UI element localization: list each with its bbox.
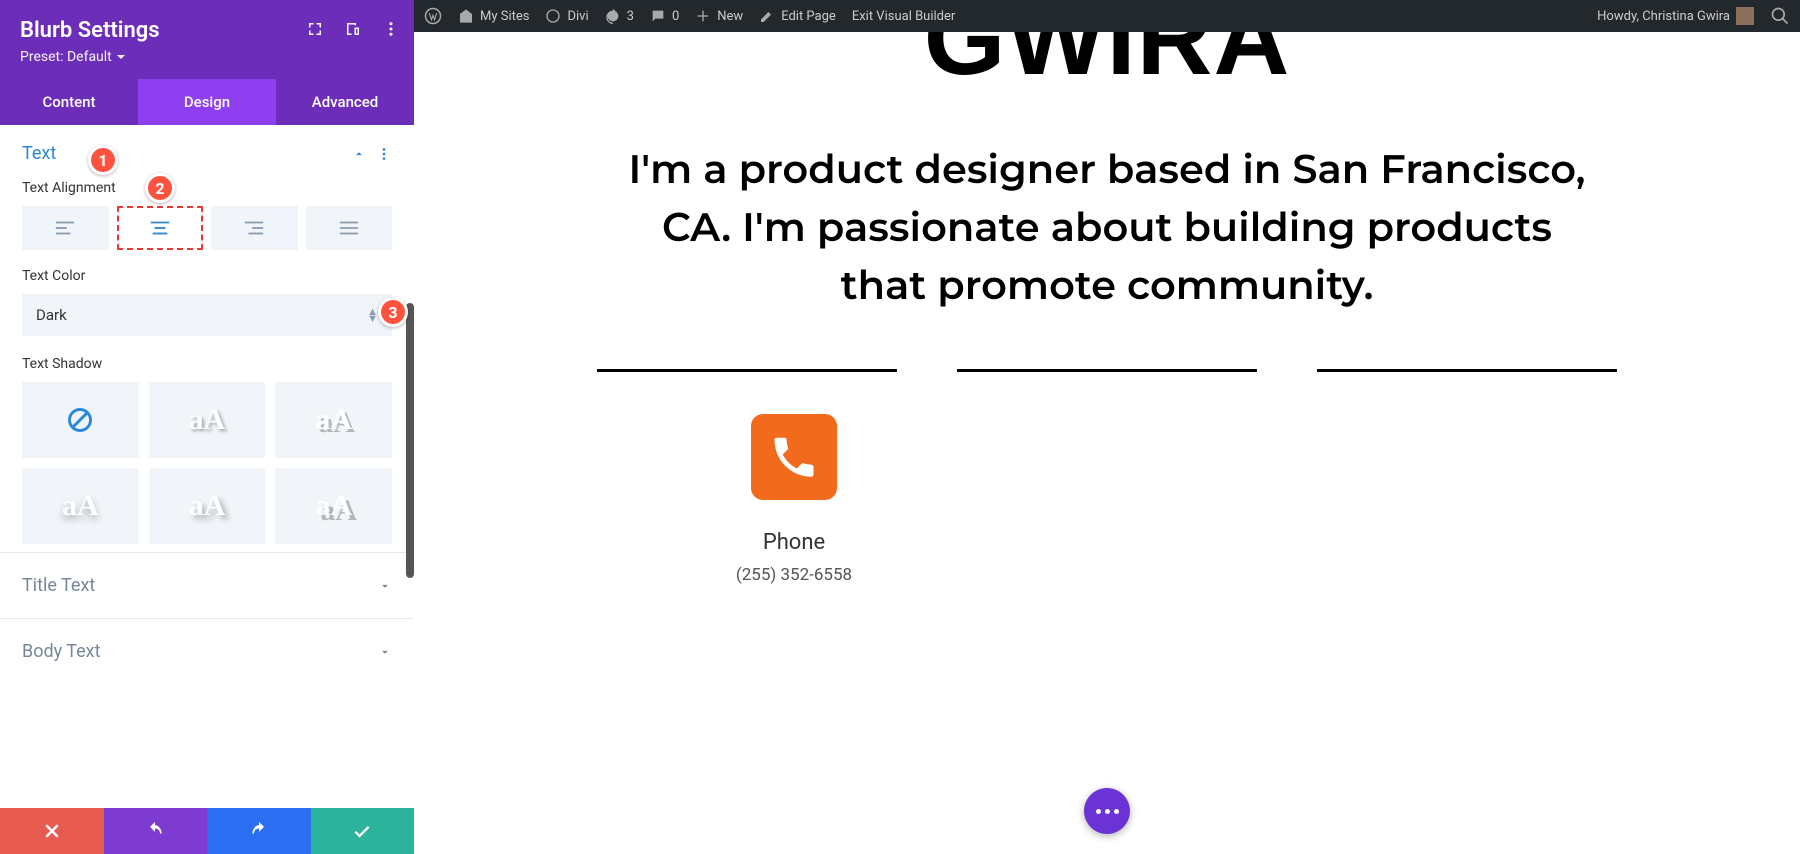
shadow-preset-3-button[interactable]: aA bbox=[22, 468, 139, 544]
callout-1: 1 bbox=[88, 145, 118, 175]
chevron-up-icon[interactable] bbox=[352, 147, 366, 161]
chevron-down-icon bbox=[378, 645, 392, 659]
preset-dropdown[interactable]: Preset: Default bbox=[20, 49, 126, 65]
wp-adminbar: My Sites Divi 3 0 New Edit Page Exit Vis… bbox=[414, 0, 1800, 32]
section-text-title[interactable]: Text bbox=[22, 143, 56, 164]
exit-builder-link[interactable]: Exit Visual Builder bbox=[852, 9, 955, 24]
responsive-icon[interactable] bbox=[344, 20, 362, 38]
blurb-title: Phone bbox=[654, 530, 934, 555]
section-text: Text 1 2 3 Text Alignment Text Color Dar… bbox=[0, 125, 414, 552]
new-link[interactable]: New bbox=[695, 8, 743, 24]
alignment-buttons bbox=[22, 206, 392, 250]
caret-down-icon bbox=[116, 52, 126, 62]
updates-link[interactable]: 3 bbox=[605, 8, 634, 24]
tab-design[interactable]: Design bbox=[138, 79, 276, 125]
cancel-button[interactable] bbox=[0, 808, 104, 854]
howdy-user[interactable]: Howdy, Christina Gwira bbox=[1597, 7, 1754, 25]
align-justify-button[interactable] bbox=[306, 206, 393, 250]
divider-row bbox=[597, 369, 1617, 372]
shadow-buttons: aA aA aA aA aA bbox=[22, 382, 392, 544]
shadow-preset-4-button[interactable]: aA bbox=[149, 468, 266, 544]
sidebar-footer bbox=[0, 808, 414, 854]
wp-logo-icon[interactable] bbox=[424, 7, 442, 25]
shadow-preset-2-button[interactable]: aA bbox=[275, 382, 392, 458]
expand-icon[interactable] bbox=[306, 20, 324, 38]
site-link[interactable]: Divi bbox=[545, 8, 588, 24]
text-color-value: Dark bbox=[36, 306, 67, 324]
edit-page-link[interactable]: Edit Page bbox=[759, 8, 836, 24]
settings-sidebar: Blurb Settings Preset: Default Content D… bbox=[0, 0, 414, 854]
search-icon[interactable] bbox=[1770, 6, 1790, 26]
text-color-label: Text Color bbox=[22, 268, 392, 284]
sidebar-header: Blurb Settings Preset: Default bbox=[0, 0, 414, 79]
save-button[interactable] bbox=[311, 808, 415, 854]
builder-fab[interactable] bbox=[1084, 788, 1130, 834]
section-body-text[interactable]: Body Text bbox=[0, 618, 414, 684]
body-text-label: Body Text bbox=[22, 641, 101, 662]
settings-tabs: Content Design Advanced bbox=[0, 79, 414, 125]
tab-advanced[interactable]: Advanced bbox=[276, 79, 414, 125]
align-right-button[interactable] bbox=[211, 206, 298, 250]
tab-content[interactable]: Content bbox=[0, 79, 138, 125]
avatar bbox=[1736, 7, 1754, 25]
settings-panel: Text 1 2 3 Text Alignment Text Color Dar… bbox=[0, 125, 414, 808]
divider bbox=[597, 369, 897, 372]
undo-button[interactable] bbox=[104, 808, 208, 854]
main-preview: My Sites Divi 3 0 New Edit Page Exit Vis… bbox=[414, 0, 1800, 854]
intro-text: I'm a product designer based in San Fran… bbox=[617, 141, 1597, 315]
divider bbox=[957, 369, 1257, 372]
align-left-button[interactable] bbox=[22, 206, 109, 250]
shadow-preset-5-button[interactable]: aA bbox=[275, 468, 392, 544]
title-text-label: Title Text bbox=[22, 575, 95, 596]
text-shadow-label: Text Shadow bbox=[22, 356, 392, 372]
text-color-select[interactable]: Dark ▲▼ bbox=[22, 294, 392, 336]
select-arrows-icon: ▲▼ bbox=[367, 308, 378, 322]
more-icon[interactable] bbox=[382, 20, 400, 38]
scrollbar[interactable] bbox=[406, 303, 414, 578]
blurb-module[interactable]: Phone (255) 352-6558 bbox=[654, 414, 934, 585]
section-title-text[interactable]: Title Text bbox=[0, 552, 414, 618]
text-alignment-label: Text Alignment bbox=[22, 180, 392, 196]
redo-button[interactable] bbox=[207, 808, 311, 854]
callout-2: 2 bbox=[145, 173, 175, 203]
dots-icon bbox=[1096, 809, 1119, 814]
chevron-down-icon bbox=[378, 579, 392, 593]
comments-link[interactable]: 0 bbox=[650, 8, 679, 24]
shadow-none-button[interactable] bbox=[22, 382, 139, 458]
callout-3: 3 bbox=[378, 297, 408, 327]
page-content: GWIRA I'm a product designer based in Sa… bbox=[414, 32, 1800, 854]
divider bbox=[1317, 369, 1617, 372]
my-sites-link[interactable]: My Sites bbox=[458, 8, 529, 24]
preset-label: Preset: Default bbox=[20, 49, 112, 65]
align-center-button[interactable] bbox=[117, 206, 204, 250]
blurb-text: (255) 352-6558 bbox=[654, 565, 934, 585]
shadow-preset-1-button[interactable]: aA bbox=[149, 382, 266, 458]
site-logo: GWIRA bbox=[474, 32, 1740, 91]
kebab-icon[interactable] bbox=[376, 146, 392, 162]
phone-icon bbox=[751, 414, 837, 500]
